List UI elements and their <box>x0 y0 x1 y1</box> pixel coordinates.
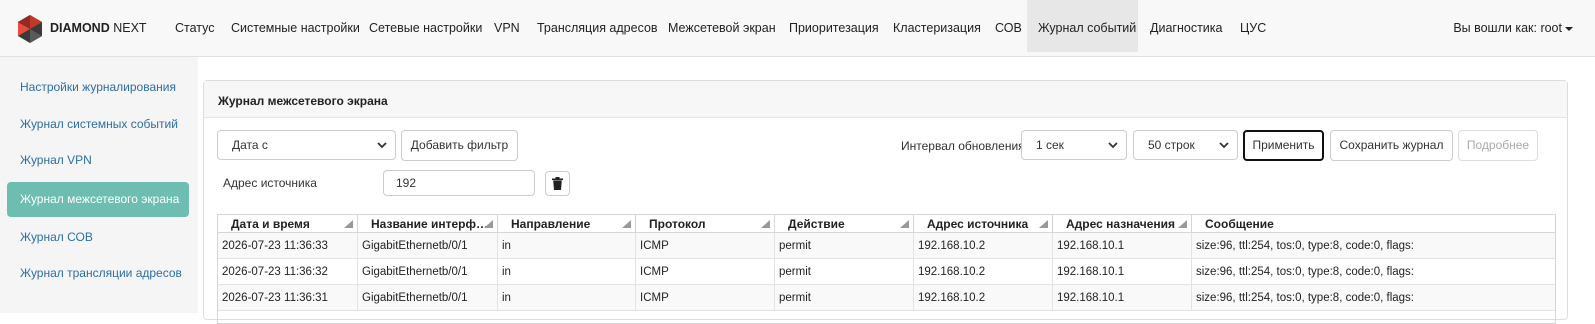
nav-status[interactable]: Статус <box>175 0 215 52</box>
nav-diagnostics[interactable]: Диагностика <box>1150 0 1222 52</box>
cell-action: permit <box>775 259 914 285</box>
cell-protocol: ICMP <box>636 233 775 259</box>
cell-message: size:96, ttl:254, tos:0, type:8, code:0,… <box>1196 240 1414 252</box>
cell-direction: in <box>498 285 636 311</box>
sidebar-item-vpn-log[interactable]: Журнал VPN <box>7 143 189 178</box>
nav-clustering[interactable]: Кластеризация <box>893 0 981 52</box>
source-address-input[interactable]: 192 <box>383 170 535 196</box>
column-header[interactable]: Название интерф… <box>358 215 498 233</box>
nav-prioritization[interactable]: Приоритезация <box>789 0 879 52</box>
cell-interface: GigabitEthernetb/0/1 <box>358 285 498 311</box>
top-navbar: DIAMOND NEXT Статус Системные настройки … <box>0 0 1595 57</box>
cell-destination: 192.168.10.1 <box>1053 259 1192 285</box>
table-row[interactable]: 2026-07-23 11:36:33 GigabitEthernetb/0/1… <box>218 233 1555 259</box>
cell-source: 192.168.10.2 <box>914 259 1053 285</box>
nav-network-settings[interactable]: Сетевые настройки <box>369 0 482 52</box>
firewall-log-panel: Журнал межсетевого экрана Дата с Добавит… <box>203 80 1568 324</box>
chevron-down-icon <box>1108 142 1118 149</box>
chevron-down-icon <box>1219 142 1229 149</box>
log-table: Дата и время Название интерф… Направлени… <box>217 214 1556 324</box>
sort-icon <box>761 220 770 228</box>
nav-cus[interactable]: ЦУС <box>1240 0 1266 52</box>
column-header[interactable]: Адрес источника <box>914 215 1053 233</box>
save-log-button[interactable]: Сохранить журнал <box>1330 130 1453 161</box>
sort-icon <box>484 220 493 228</box>
sidebar-item-nat-log[interactable]: Журнал трансляции адресов <box>7 256 189 291</box>
column-header[interactable]: Действие <box>775 215 914 233</box>
cell-source: 192.168.10.2 <box>914 285 1053 311</box>
cell-direction: in <box>498 259 636 285</box>
sidebar: Настройки журналирования Журнал системны… <box>0 57 198 313</box>
user-menu[interactable]: Вы вошли как: root <box>1453 21 1573 35</box>
nav-event-log[interactable]: Журнал событий <box>1027 0 1138 52</box>
cell-action: permit <box>775 233 914 259</box>
source-address-label: Адрес источника <box>223 176 317 190</box>
apply-button[interactable]: Применить <box>1243 130 1324 161</box>
cell-datetime: 2026-07-23 11:36:31 <box>218 285 358 311</box>
nav-system-settings[interactable]: Системные настройки <box>231 0 360 52</box>
cell-protocol: ICMP <box>636 285 775 311</box>
cell-action: permit <box>775 285 914 311</box>
column-header[interactable]: Направление <box>498 215 636 233</box>
refresh-interval-label: Интервал обновления <box>901 139 1025 153</box>
column-header[interactable]: Адрес назначения <box>1053 215 1192 233</box>
nav-vpn[interactable]: VPN <box>494 0 520 52</box>
caret-down-icon <box>1565 26 1573 31</box>
cell-message: size:96, ttl:254, tos:0, type:8, code:0,… <box>1196 292 1414 304</box>
cell-source: 192.168.10.2 <box>914 233 1053 259</box>
sort-icon <box>1178 220 1187 228</box>
cell-interface: GigabitEthernetb/0/1 <box>358 259 498 285</box>
nav-firewall[interactable]: Межсетевой экран <box>668 0 776 52</box>
diamond-logo-icon[interactable] <box>16 14 44 44</box>
rows-count-select[interactable]: 50 строк <box>1133 130 1238 160</box>
column-header[interactable]: Протокол <box>636 215 775 233</box>
sidebar-item-system-log[interactable]: Журнал системных событий <box>7 107 189 142</box>
nav-nat[interactable]: Трансляция адресов <box>537 0 658 52</box>
cell-direction: in <box>498 233 636 259</box>
add-filter-button[interactable]: Добавить фильтр <box>401 130 518 161</box>
cell-destination: 192.168.10.1 <box>1053 233 1192 259</box>
panel-title: Журнал межсетевого экрана <box>218 94 388 108</box>
refresh-interval-select[interactable]: 1 сек <box>1021 130 1127 160</box>
cell-interface: GigabitEthernetb/0/1 <box>358 233 498 259</box>
sort-icon <box>900 220 909 228</box>
cell-datetime: 2026-07-23 11:36:33 <box>218 233 358 259</box>
panel-header: Журнал межсетевого экрана <box>204 81 1567 118</box>
trash-icon <box>552 177 563 190</box>
details-button[interactable]: Подробнее <box>1458 130 1538 161</box>
chevron-down-icon <box>377 142 387 149</box>
sort-icon <box>1039 220 1048 228</box>
sidebar-item-firewall-log[interactable]: Журнал межсетевого экрана <box>7 182 189 217</box>
brand-name[interactable]: DIAMOND NEXT <box>50 21 147 35</box>
sidebar-item-ids-log[interactable]: Журнал СОВ <box>7 220 189 255</box>
cell-message: size:96, ttl:254, tos:0, type:8, code:0,… <box>1196 266 1414 278</box>
delete-filter-button[interactable] <box>545 171 570 196</box>
filter-field-select[interactable]: Дата с <box>217 130 396 160</box>
sidebar-item-logging-settings[interactable]: Настройки журналирования <box>7 70 189 105</box>
sort-icon <box>622 220 631 228</box>
cell-datetime: 2026-07-23 11:36:32 <box>218 259 358 285</box>
cell-destination: 192.168.10.1 <box>1053 285 1192 311</box>
sort-icon <box>344 220 353 228</box>
column-header[interactable]: Дата и время <box>218 215 358 233</box>
column-header[interactable]: Сообщение <box>1192 215 1555 233</box>
nav-ids[interactable]: СОВ <box>995 0 1022 52</box>
cell-protocol: ICMP <box>636 259 775 285</box>
table-row[interactable]: 2026-07-23 11:36:31 GigabitEthernetb/0/1… <box>218 285 1555 311</box>
table-row[interactable]: 2026-07-23 11:36:32 GigabitEthernetb/0/1… <box>218 259 1555 285</box>
